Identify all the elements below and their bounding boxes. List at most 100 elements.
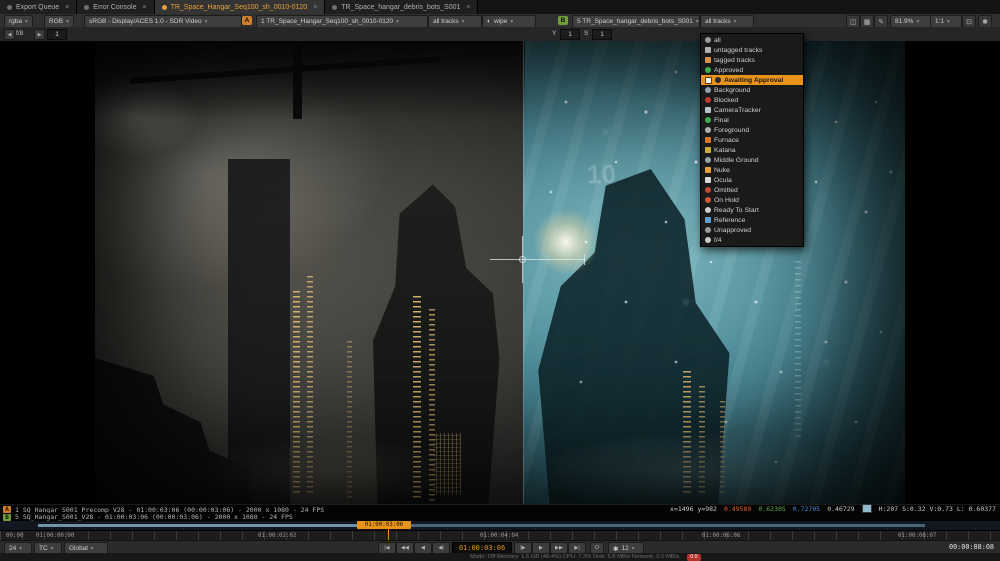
gain-decrease-button[interactable]: ◀ — [4, 29, 15, 40]
tab-sequence[interactable]: TR_Space_hangar_debris_bots_S001 × — [325, 0, 478, 14]
furnace-icon — [705, 137, 711, 143]
tab-close-icon[interactable]: × — [466, 4, 470, 11]
colorspace-value: sRGB - Display/ACES 1.0 - SDR Video — [89, 18, 202, 25]
wipe-handle-center[interactable] — [519, 256, 526, 263]
katana-icon — [705, 147, 711, 153]
tab-icon — [7, 5, 12, 10]
frame-step-value: 12 — [621, 545, 628, 552]
viewer-canvas[interactable]: 10 — [0, 41, 1000, 504]
omitted-icon — [705, 187, 711, 193]
chevron-down-icon: ▾ — [916, 19, 919, 25]
pixel-alpha-value: 0.46729 — [827, 505, 854, 513]
track-tag-filter-menu: all untagged tracks tagged tracks Approv… — [700, 33, 804, 247]
tag-menu-item-awaiting-approval[interactable]: Awaiting Approval — [701, 75, 803, 85]
pixel-blue-value: 0.72705 — [793, 505, 820, 513]
tag-menu-item-foreground[interactable]: Foreground — [701, 125, 803, 135]
tab-icon — [162, 5, 167, 10]
tab-label: Export Queue — [16, 4, 59, 11]
unapproved-icon — [705, 227, 711, 233]
tag-menu-item-nuke[interactable]: Nuke — [701, 165, 803, 175]
chevron-down-icon: ▾ — [510, 19, 513, 25]
b-tracks-value: all tracks — [705, 18, 731, 25]
status-bar: Mode: Off Memory: 1.6 GB (48.4%) CPU: 7.… — [0, 553, 1000, 561]
a-tracks-value: all tracks — [433, 18, 459, 25]
tag-menu-item-aperture[interactable]: f/4 — [701, 235, 803, 245]
aperture-icon — [705, 237, 711, 243]
tag-menu-item-tagged[interactable]: tagged tracks — [701, 55, 803, 65]
tag-menu-item-background[interactable]: Background — [701, 85, 803, 95]
tab-label: Error Console — [93, 4, 136, 11]
ruler-label: 01:00:08:07 — [898, 533, 936, 539]
menu-item-label: untagged tracks — [714, 47, 762, 54]
duration-timecode: 00:00:08:08 — [949, 543, 994, 551]
pixel-color-swatch — [862, 504, 872, 513]
tab-icon — [84, 5, 89, 10]
tag-menu-item-furnace[interactable]: Furnace — [701, 135, 803, 145]
tag-menu-item-blocked[interactable]: Blocked — [701, 95, 803, 105]
wipe-handle-tick[interactable] — [584, 254, 585, 265]
a-source-value: 1 TR_Space_Hangar_Seq100_sh_0010-0120 — [261, 18, 393, 25]
fps-value: 24 — [9, 545, 16, 552]
menu-item-label: f/4 — [714, 237, 722, 244]
gain-value-field[interactable]: 1 — [47, 29, 67, 40]
wipe-handle-horizontal-line[interactable] — [490, 259, 585, 260]
tab-close-icon[interactable]: × — [65, 4, 69, 11]
tab-error-console[interactable]: Error Console × — [77, 0, 154, 14]
gamma-value-field[interactable]: 1 — [560, 29, 580, 40]
gain-increase-button[interactable]: ▶ — [34, 29, 45, 40]
chevron-down-icon: ▾ — [632, 546, 635, 552]
chevron-down-icon: ▾ — [66, 19, 69, 25]
viewer-toolbar: rgba ▾ RGB ▾ sRGB - Display/ACES 1.0 - S… — [0, 14, 1000, 28]
menu-item-label: Katana — [714, 147, 736, 154]
channels-value: rgba — [9, 18, 22, 25]
saturation-value-field[interactable]: 1 — [592, 29, 612, 40]
tag-menu-item-cameratracker[interactable]: CameraTracker — [701, 105, 803, 115]
ready-icon — [705, 207, 711, 213]
chevron-down-icon: ▾ — [396, 19, 399, 25]
timeline-scrub-strip[interactable] — [0, 521, 1000, 530]
tab-viewer-active[interactable]: TR_Space_Hangar_Seq100_sh_0010-0120 × — [155, 0, 326, 14]
tag-menu-item-katana[interactable]: Katana — [701, 145, 803, 155]
zoom-level-value: 81.9% — [895, 18, 913, 25]
b-clip-info-bar: B 5 SQ_Hangar_S001_V28 - 01:00:03:06 (00… — [0, 513, 1000, 521]
tag-menu-item-unapproved[interactable]: Unapproved — [701, 225, 803, 235]
camera-icon — [705, 107, 711, 113]
menu-item-label: Blocked — [714, 97, 738, 104]
pixel-coords: x=1496 y=982 — [670, 505, 717, 513]
tag-menu-item-untagged[interactable]: untagged tracks — [701, 45, 803, 55]
pixel-red-value: 0.49589 — [724, 505, 751, 513]
chevron-down-icon: ▾ — [51, 546, 54, 552]
tag-menu-item-on-hold[interactable]: On Hold — [701, 195, 803, 205]
ocula-icon — [705, 177, 711, 183]
tab-close-icon[interactable]: × — [313, 4, 317, 11]
menu-item-label: Furnace — [714, 137, 739, 144]
chevron-down-icon: ▾ — [462, 19, 465, 25]
tab-export-queue[interactable]: Export Queue × — [0, 0, 77, 14]
menu-item-label: Foreground — [714, 127, 749, 134]
tag-menu-item-all[interactable]: all — [701, 35, 803, 45]
ruler-label: 01:00:00:00 — [36, 533, 74, 539]
tag-menu-item-approved[interactable]: Approved — [701, 65, 803, 75]
fstop-label: f/8 — [16, 30, 23, 37]
tag-menu-item-ready-to-start[interactable]: Ready To Start — [701, 205, 803, 215]
tc-mode-value: TC — [39, 545, 48, 552]
pixel-green-value: 0.62305 — [758, 505, 785, 513]
pixel-readout: x=1496 y=982 0.49589 0.62305 0.72705 0.4… — [670, 504, 996, 513]
wipe-icon: ◐ — [487, 18, 491, 25]
wipe-boundary-line[interactable] — [523, 41, 524, 504]
tag-menu-item-final[interactable]: Final — [701, 115, 803, 125]
approved-check-icon — [705, 67, 711, 73]
nuke-icon — [705, 167, 711, 173]
menu-item-label: all — [714, 37, 721, 44]
playhead-timecode-chip[interactable]: 01:00:03:06 — [357, 521, 411, 529]
tag-menu-item-omitted[interactable]: Omitted — [701, 185, 803, 195]
tag-menu-item-middle-ground[interactable]: Middle Ground — [701, 155, 803, 165]
tag-menu-item-ocula[interactable]: Ocula — [701, 175, 803, 185]
tab-close-icon[interactable]: × — [142, 4, 146, 11]
background-tag-icon — [705, 87, 711, 93]
tracks-icon — [705, 37, 711, 43]
proxy-ratio-value: 1:1 — [935, 18, 944, 25]
menu-item-label: Awaiting Approval — [724, 77, 783, 84]
tag-menu-item-reference[interactable]: Reference — [701, 215, 803, 225]
cache-bar-loaded — [38, 524, 390, 527]
